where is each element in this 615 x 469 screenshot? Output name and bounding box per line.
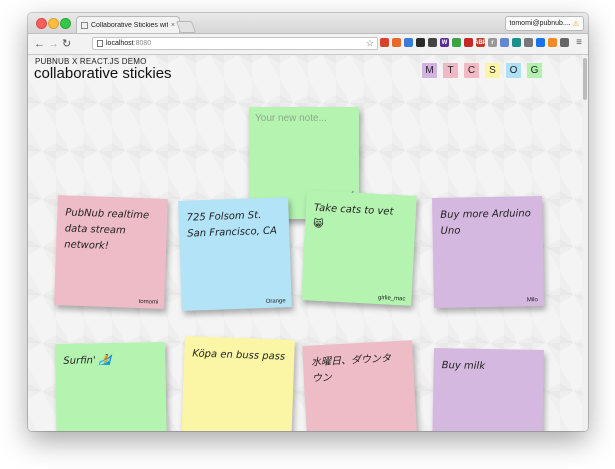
browser-tab[interactable]: Collaborative Stickies with × [76,16,180,33]
url-port: :8080 [133,40,152,47]
url-host: localhost [106,40,134,47]
red-square-icon[interactable] [380,38,389,47]
address-bar[interactable]: localhost:8080 ☆ [92,37,378,50]
red-badge-icon[interactable] [464,38,473,47]
minimize-window-button[interactable] [48,18,59,29]
scrollbar[interactable] [582,55,588,431]
zoom-window-button[interactable] [60,18,71,29]
sticky-note[interactable]: Take cats to vet 😸 girlie_mac [301,190,417,306]
r-icon[interactable]: r [488,38,497,47]
gray-icon[interactable] [524,38,533,47]
title-bar: Collaborative Stickies with × tomomi@pub… [28,13,588,34]
green-circle-icon[interactable] [452,38,461,47]
scroll-thumb[interactable] [583,58,587,100]
shield-icon[interactable] [428,38,437,47]
sticky-note-user: girlie_mac [377,295,406,303]
new-note-input[interactable] [255,113,353,195]
tab-title: Collaborative Stickies with [91,21,168,29]
back-icon[interactable]: ← [34,37,45,51]
profile-button[interactable]: tomomi@pubnub.... ⚠ [504,16,584,31]
sticky-note-text: 水曜日、ダウンタ ウン [310,353,392,385]
sticky-note[interactable]: 水曜日、ダウンタ ウン [302,340,418,431]
forward-icon[interactable]: → [48,37,59,51]
new-tab-button[interactable] [175,21,197,33]
online-users: MTCSOG [422,63,542,78]
user-badge-g: G [527,63,542,78]
dark-circle-icon[interactable] [416,38,425,47]
sticky-note[interactable]: Buy milk [432,348,544,431]
reload-icon[interactable]: ↻ [62,37,71,51]
sticky-note-text: Surfin' 🏄 [63,354,112,367]
extensions-toolbar: W ABP r [380,38,569,47]
sticky-note[interactable]: Köpa en buss pass [181,336,295,431]
user-badge-t: T [443,63,458,78]
close-window-button[interactable] [36,18,47,29]
sticky-note-text: Buy milk [441,360,486,372]
user-badge-s: S [485,63,500,78]
sticky-note[interactable]: PubNub realtime data stream network! tomo… [54,195,168,309]
user-badge-m: M [422,63,437,78]
sticky-note[interactable]: 725 Folsom St. San Francisco, CA Orange [178,197,292,311]
warning-icon: ⚠ [572,20,579,28]
bookmark-star-icon[interactable]: ☆ [366,38,374,49]
grid-icon[interactable] [404,38,413,47]
sticky-note-text: Take cats to vet 😸 [312,202,394,231]
sticky-note-text: Köpa en buss pass [192,348,286,363]
browser-toolbar: ← → ↻ localhost:8080 ☆ W ABP r ≡ [28,34,588,55]
blue-ring-icon[interactable] [536,38,545,47]
page-icon[interactable] [500,38,509,47]
sticky-note-user: tomomi [138,298,159,306]
sticky-note-user: Milo [526,297,538,304]
browser-window: Collaborative Stickies with × tomomi@pub… [28,13,588,431]
page-title: collaborative stickies [34,65,172,82]
sticky-note-text: Buy more Arduino Uno [440,208,531,237]
page-icon [97,40,103,47]
abp-icon[interactable]: ABP [474,38,487,47]
cast-icon[interactable] [560,38,569,47]
purple-w-icon[interactable]: W [440,38,449,47]
page-content: PUBNUB X REACT.JS DEMO collaborative sti… [28,55,588,431]
sticky-note-user: Orange [265,298,286,305]
sticky-note[interactable]: Buy more Arduino Uno Milo [432,196,544,308]
orange-circle-icon[interactable] [548,38,557,47]
user-badge-c: C [464,63,479,78]
user-badge-o: O [506,63,521,78]
teal-icon[interactable] [512,38,521,47]
page-favicon-icon [81,21,88,29]
sticky-note[interactable]: Surfin' 🏄 [55,342,167,431]
menu-icon[interactable]: ≡ [576,37,582,48]
sticky-note-text: PubNub realtime data stream network! [64,207,150,252]
window-icon[interactable] [392,38,401,47]
profile-name: tomomi@pubnub.... [509,20,571,27]
tab-close-icon[interactable]: × [171,22,175,29]
sticky-note-text: 725 Folsom St. San Francisco, CA [186,210,278,240]
